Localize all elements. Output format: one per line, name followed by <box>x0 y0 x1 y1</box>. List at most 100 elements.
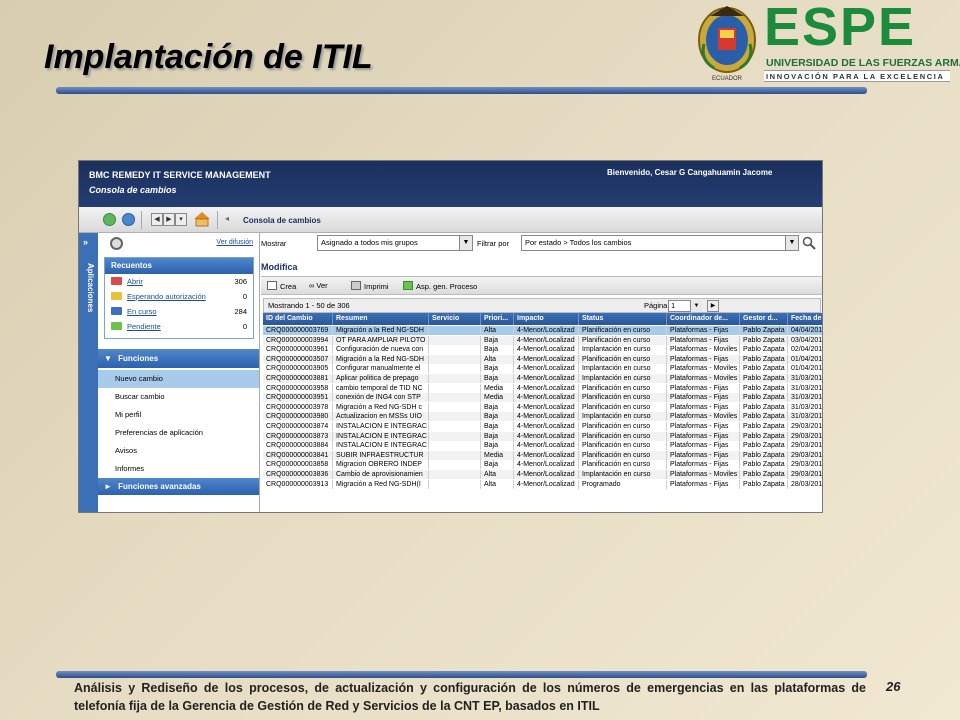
ver-label: Ver <box>316 281 328 290</box>
table-row[interactable]: CRQ000000003905 Configurar manualmente el… <box>263 364 822 374</box>
filtrar-select[interactable]: Por estado > Todos los cambios ▼ <box>521 235 799 251</box>
table-row[interactable]: CRQ000000003884 INSTALACION E INTEGRAC Baj… <box>263 441 822 451</box>
table-row[interactable]: CRQ000000003881 Aplicar politica de prepa… <box>263 374 822 383</box>
table-cell: Plataformas - Moviles <box>667 345 740 355</box>
applications-label: Aplicaciones <box>86 263 95 313</box>
recuento-item-abrir[interactable]: Abrir 306 <box>105 274 253 289</box>
table-cell: Pablo Zapata <box>740 354 788 364</box>
broadcast-icon[interactable] <box>110 237 123 250</box>
table-header-row[interactable]: ID del Cambio Resumen Servicio Priori... Imp… <box>263 313 822 325</box>
table-cell: cambio temporal de TID NC <box>333 383 429 393</box>
recuento-item-esperando[interactable]: Esperando autorización 0 <box>105 289 253 304</box>
column-header[interactable]: Coordinador de... <box>667 313 740 325</box>
table-row[interactable]: CRQ000000003961 Configuración de nueva co… <box>263 345 822 355</box>
table-cell: 4-Menor/Localizad <box>514 335 579 345</box>
crea-button[interactable]: Crea <box>267 281 296 291</box>
table-cell: 4-Menor/Localizad <box>514 441 579 451</box>
column-header[interactable]: Fecha de <box>788 313 822 325</box>
table-cell: 01/04/201 <box>788 355 822 364</box>
table-row[interactable]: CRQ000000003769 Migración a la Red NG-SDH… <box>263 326 822 335</box>
table-row[interactable]: CRQ000000003951 conexión de ING4 con STP M… <box>263 393 822 403</box>
column-header[interactable]: Servicio <box>429 313 481 325</box>
table-cell: Planificación en curso <box>579 431 667 441</box>
column-header[interactable]: ID del Cambio <box>263 313 333 325</box>
funciones-avanzadas-header[interactable]: ► Funciones avanzadas <box>98 478 259 495</box>
mostrar-select[interactable]: Asignado a todos mis grupos ▼ <box>317 235 473 251</box>
chevron-down-icon[interactable]: ▼ <box>690 300 702 312</box>
chevron-down-icon[interactable]: ▼ <box>459 236 472 250</box>
sidebar: Ver difusión Recuentos Abrir 306 Esperan… <box>98 233 260 512</box>
table-cell: Baja <box>481 412 514 422</box>
slide-title: Implantación de ITIL <box>44 38 373 76</box>
table-row[interactable]: CRQ000000003874 INSTALACION E INTEGRAC Baj… <box>263 422 822 431</box>
recuento-item-pendiente[interactable]: Pendiente 0 <box>105 319 253 334</box>
house-icon[interactable] <box>193 211 211 227</box>
next-page-icon[interactable]: ▶ <box>707 300 719 312</box>
page-number: 26 <box>886 679 901 694</box>
table-row[interactable]: CRQ000000003913 Migración a Red NG-SDH(I A… <box>263 479 822 489</box>
forward-icon[interactable]: ▶ <box>163 213 175 226</box>
table-cell: CRQ000000003980 <box>263 412 333 422</box>
filtrar-value: Por estado > Todos los cambios <box>525 238 632 247</box>
menu-item-buscar-cambio[interactable]: Buscar cambio <box>98 388 259 406</box>
table-cell: Plataformas - Fijas <box>667 326 740 335</box>
table-cell: 01/04/201 <box>788 364 822 373</box>
recuento-label[interactable]: Abrir <box>127 277 143 286</box>
search-icon[interactable] <box>122 213 135 226</box>
table-row[interactable]: CRQ000000003836 Cambio de aprovisionamien… <box>263 470 822 479</box>
table-cell: Migración a Red NG-SDH(I <box>333 479 429 489</box>
table-cell: Plataformas - Moviles <box>667 470 740 479</box>
table-cell: 04/04/201 <box>788 326 822 335</box>
table-cell: Planificación en curso <box>579 383 667 393</box>
back-icon[interactable]: ◀ <box>151 213 163 226</box>
column-header[interactable]: Status <box>579 313 667 325</box>
table-row[interactable]: CRQ000000003858 Migracion OBRERO INDEP Baj… <box>263 460 822 470</box>
table-cell: 29/03/201 <box>788 432 822 441</box>
recuento-label[interactable]: Esperando autorización <box>127 292 206 301</box>
table-row[interactable]: CRQ000000003980 Actualizacion en MSSs UIO… <box>263 412 822 422</box>
modifica-heading: Modifica <box>261 262 298 272</box>
recuento-label[interactable]: En curso <box>127 307 157 316</box>
table-row[interactable]: CRQ000000003507 Migración a la Red NG-SDH… <box>263 354 822 364</box>
table-row[interactable]: CRQ000000003958 cambio temporal de TID NC… <box>263 383 822 393</box>
table-cell: conexión de ING4 con STP <box>333 393 429 403</box>
table-cell: 4-Menor/Localizad <box>514 364 579 374</box>
app-header: BMC REMEDY IT SERVICE MANAGEMENT Consola… <box>79 161 822 207</box>
column-header[interactable]: Resumen <box>333 313 429 325</box>
table-cell: Planificación en curso <box>579 326 667 335</box>
ver-difusion-link[interactable]: Ver difusión <box>216 239 253 246</box>
table-row[interactable]: CRQ000000003994 OT PARA AMPLIAR PILOTO Baj… <box>263 335 822 345</box>
menu-item-preferencias[interactable]: Preferencias de aplicación <box>98 424 259 442</box>
table-row[interactable]: CRQ000000003841 SUBIR INFRAESTRUCTUR Media… <box>263 450 822 460</box>
expand-icon[interactable]: » <box>83 237 88 247</box>
recuento-label[interactable]: Pendiente <box>127 322 161 331</box>
table-cell <box>429 470 481 479</box>
applications-panel[interactable]: » Aplicaciones <box>79 233 98 512</box>
collapse-arrow-icon[interactable]: ◂ <box>225 214 229 223</box>
history-dropdown-icon[interactable]: ▾ <box>175 213 187 226</box>
home-icon[interactable] <box>103 213 116 226</box>
menu-item-mi-perfil[interactable]: Mi perfil <box>98 406 259 424</box>
imprimi-button[interactable]: Imprimi <box>351 281 389 291</box>
table-row[interactable]: CRQ000000003978 Migración a Red NG-SDH c B… <box>263 402 822 412</box>
table-cell <box>429 364 481 374</box>
title-divider <box>56 87 867 94</box>
menu-item-avisos[interactable]: Avisos <box>98 442 259 460</box>
column-header[interactable]: Impacto <box>514 313 579 325</box>
column-header[interactable]: Gestor d... <box>740 313 788 325</box>
breadcrumb[interactable]: Consola de cambios <box>243 216 321 225</box>
table-cell: Plataformas - Fijas <box>667 441 740 451</box>
printer-icon <box>351 281 361 290</box>
table-row[interactable]: CRQ000000003873 INSTALACION E INTEGRAC Baj… <box>263 431 822 441</box>
funciones-header[interactable]: ▼ Funciones <box>98 349 259 368</box>
search-icon[interactable] <box>802 236 816 250</box>
menu-item-nuevo-cambio[interactable]: Nuevo cambio <box>98 370 259 388</box>
chevron-down-icon[interactable]: ▼ <box>785 236 798 250</box>
recuento-item-en-curso[interactable]: En curso 284 <box>105 304 253 319</box>
asp-gen-proceso-button[interactable]: Asp. gen. Proceso <box>403 281 477 291</box>
menu-item-informes[interactable]: Informes <box>98 460 259 478</box>
ver-button[interactable]: ∞ Ver <box>309 281 328 290</box>
table-cell: CRQ000000003884 <box>263 441 333 451</box>
column-header[interactable]: Priori... <box>481 313 514 325</box>
table-cell: CRQ000000003994 <box>263 335 333 345</box>
